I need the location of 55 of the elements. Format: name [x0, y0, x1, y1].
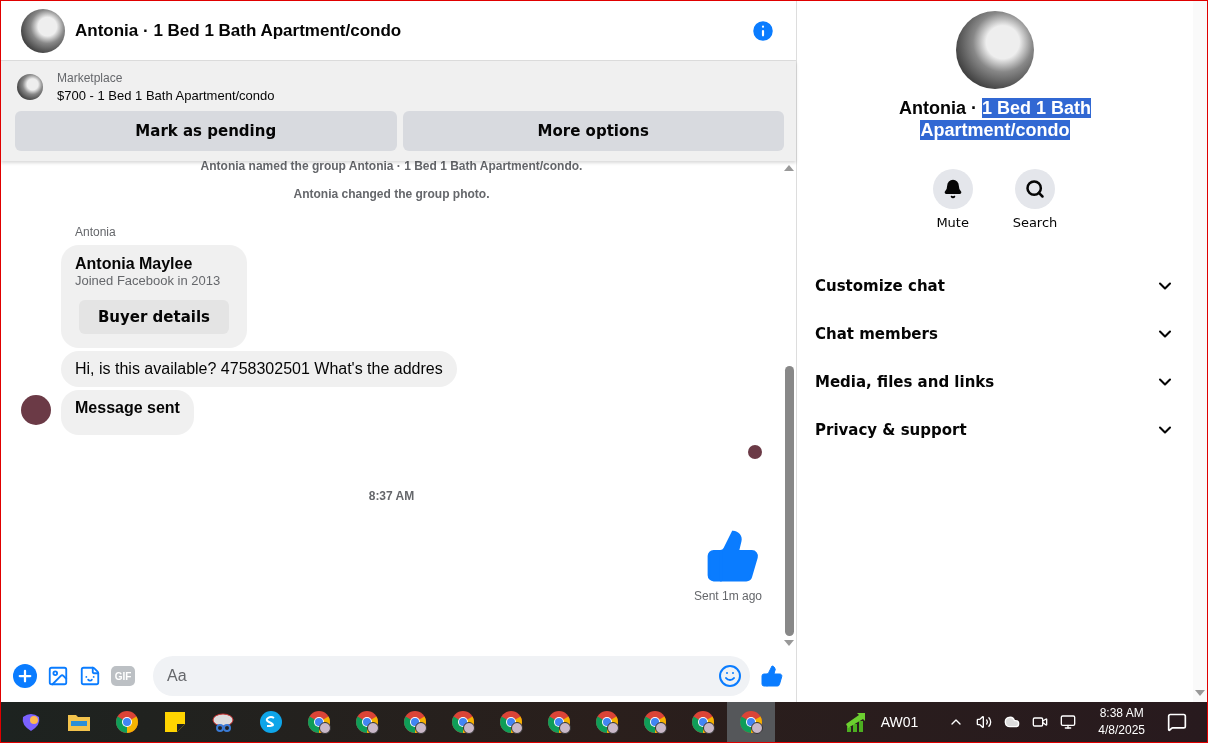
scissors-icon[interactable]: [211, 711, 235, 733]
section-toggle[interactable]: Privacy & support: [815, 406, 1175, 454]
section-toggle[interactable]: Media, files and links: [815, 358, 1175, 406]
photo-icon[interactable]: [47, 665, 69, 687]
clock[interactable]: 8:38 AM 4/8/2025: [1098, 705, 1145, 739]
group-name: Antonia · 1 Bed 1 Bath Apartment/condo: [898, 97, 1093, 141]
timestamp: 8:37 AM: [367, 489, 416, 503]
section-toggle[interactable]: Chat members: [815, 310, 1175, 358]
search-icon: [1025, 179, 1045, 199]
chrome-icon[interactable]: [739, 710, 763, 734]
chat-event-text: Antonia named the group Antonia · 1 Bed 1 Bath Apartment/condo.: [199, 161, 584, 173]
copilot-icon[interactable]: [20, 711, 42, 733]
network-name: AW01: [880, 714, 919, 730]
chrome-icon[interactable]: [499, 710, 523, 734]
note-icon[interactable]: [164, 711, 186, 733]
listing-photo: [17, 74, 43, 100]
group-photo: [21, 8, 65, 53]
sticker-icon[interactable]: [79, 665, 101, 687]
avatar: [21, 395, 51, 425]
speaker-icon[interactable]: [976, 714, 993, 730]
chrome-icon[interactable]: [115, 710, 139, 734]
skype-icon[interactable]: [260, 711, 282, 733]
camera-icon[interactable]: [1032, 714, 1049, 730]
sent-status: Sent 1m ago: [693, 589, 762, 603]
plus-icon[interactable]: [13, 664, 37, 688]
chrome-icon[interactable]: [691, 710, 715, 734]
listing-action-button[interactable]: More options: [402, 111, 784, 151]
message-input[interactable]: Aa: [153, 656, 750, 696]
buyer-name: Antonia Maylee: [75, 255, 194, 273]
like-icon[interactable]: [760, 664, 784, 688]
emoji-icon[interactable]: [718, 664, 742, 688]
listing-action-button[interactable]: Mark as pending: [15, 111, 397, 151]
section-toggle[interactable]: Customize chat: [815, 262, 1175, 310]
cloud-icon[interactable]: [1004, 714, 1021, 730]
message-bubble: Message sent: [61, 390, 194, 435]
chrome-icon[interactable]: [595, 710, 619, 734]
buyer-details-button[interactable]: Buyer details: [79, 300, 229, 334]
monitor-icon[interactable]: [1060, 714, 1077, 730]
chrome-icon[interactable]: [307, 710, 331, 734]
notification-icon[interactable]: [1167, 712, 1187, 732]
chat-title: Antonia · 1 Bed 1 Bath Apartment/condo: [75, 20, 403, 41]
bell-icon: [942, 179, 963, 199]
chrome-icon[interactable]: [547, 710, 571, 734]
seen-avatar: [748, 445, 762, 459]
chrome-icon[interactable]: [403, 710, 427, 734]
listing-title: $700 - 1 Bed 1 Bath Apartment/condo: [57, 88, 275, 103]
join-info: Joined Facebook in 2013: [75, 273, 222, 288]
chrome-icon[interactable]: [355, 710, 379, 734]
chrome-icon[interactable]: [451, 710, 475, 734]
sender-name: Antonia: [75, 225, 117, 239]
chat-event-text: Antonia changed the group photo.: [292, 187, 491, 201]
folder-icon[interactable]: [68, 713, 90, 731]
message-bubble: Hi, is this available? 4758302501 What's the addres: [61, 351, 457, 387]
listing-source: Marketplace: [57, 71, 124, 85]
chrome-icon[interactable]: [643, 710, 667, 734]
